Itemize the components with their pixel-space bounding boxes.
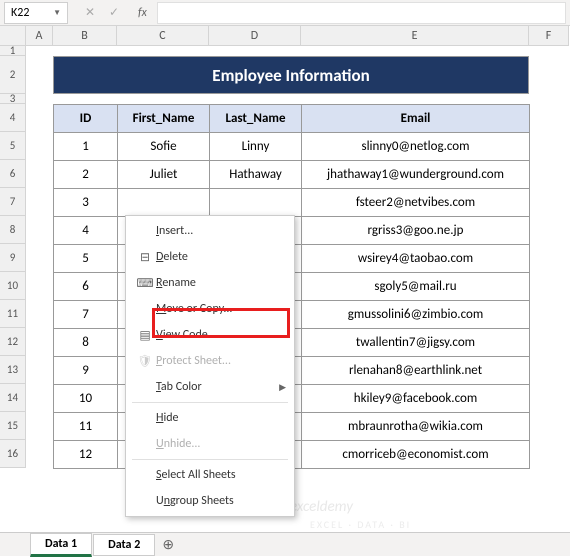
col-header[interactable]: E xyxy=(301,26,529,46)
th-email: Email xyxy=(302,105,530,133)
cell[interactable]: Juliet xyxy=(118,161,210,189)
col-header[interactable]: B xyxy=(53,26,117,46)
cell[interactable]: mbraunrotha@wikia.com xyxy=(302,413,530,441)
name-box[interactable]: K22 ▼ xyxy=(4,2,68,24)
title-cell: Employee Information xyxy=(53,56,529,94)
table-row[interactable]: 3 fsteer2@netvibes.com xyxy=(54,189,530,217)
row-header[interactable]: 15 xyxy=(0,412,26,440)
cell[interactable]: 4 xyxy=(54,217,118,245)
cell[interactable]: 6 xyxy=(54,273,118,301)
menu-hide[interactable]: Hide xyxy=(128,405,292,431)
menu-separator xyxy=(132,459,288,460)
cancel-icon: ✕ xyxy=(82,5,98,20)
row-header[interactable]: 7 xyxy=(0,188,26,216)
row-header[interactable]: 14 xyxy=(0,384,26,412)
chevron-down-icon[interactable]: ▼ xyxy=(53,8,61,18)
cell[interactable]: 7 xyxy=(54,301,118,329)
cell[interactable]: wsirey4@taobao.com xyxy=(302,245,530,273)
table-row[interactable]: 2JulietHathawayjhathaway1@wunderground.c… xyxy=(54,161,530,189)
rename-icon: ⌨ xyxy=(134,276,156,291)
cell[interactable]: rlenahan8@earthlink.net xyxy=(302,357,530,385)
cell[interactable]: Linny xyxy=(210,133,302,161)
cell[interactable]: 2 xyxy=(54,161,118,189)
tab-data2[interactable]: Data 2 xyxy=(93,534,155,556)
menu-tab-color[interactable]: Tab Color▶ xyxy=(128,374,292,400)
row-header[interactable]: 11 xyxy=(0,300,26,328)
cell[interactable]: rgriss3@goo.ne.jp xyxy=(302,217,530,245)
cell[interactable]: 9 xyxy=(54,357,118,385)
row-header[interactable]: 2 xyxy=(0,56,26,94)
row-header[interactable]: 13 xyxy=(0,356,26,384)
menu-move-copy[interactable]: Move or Copy... xyxy=(128,296,292,322)
row-header[interactable]: 4 xyxy=(0,104,26,132)
cell[interactable]: 12 xyxy=(54,441,118,469)
cell[interactable]: twallentin7@jigsy.com xyxy=(302,329,530,357)
col-header[interactable]: A xyxy=(26,26,53,46)
confirm-icon: ✓ xyxy=(106,5,122,20)
cell[interactable]: 5 xyxy=(54,245,118,273)
cell[interactable] xyxy=(210,189,302,217)
row-header[interactable]: 8 xyxy=(0,216,26,244)
cell[interactable]: sgoly5@mail.ru xyxy=(302,273,530,301)
th-last: Last_Name xyxy=(210,105,302,133)
cell[interactable]: Sofie xyxy=(118,133,210,161)
row-header[interactable]: 6 xyxy=(0,160,26,188)
menu-unhide: Unhide... xyxy=(128,431,292,457)
cell[interactable]: 1 xyxy=(54,133,118,161)
menu-ungroup[interactable]: Ungroup Sheets xyxy=(128,488,292,514)
row-header[interactable]: 16 xyxy=(0,440,26,468)
watermark: exceldemy xyxy=(290,498,353,516)
th-first: First_Name xyxy=(118,105,210,133)
add-sheet-button[interactable]: ⊕ xyxy=(156,536,180,553)
cell[interactable]: gmussolini6@zimbio.com xyxy=(302,301,530,329)
row-headers: 12345678910111213141516 xyxy=(0,46,26,468)
cell[interactable]: 11 xyxy=(54,413,118,441)
cell[interactable]: hkiley9@facebook.com xyxy=(302,385,530,413)
th-id: ID xyxy=(54,105,118,133)
row-header[interactable]: 12 xyxy=(0,328,26,356)
row-header[interactable]: 1 xyxy=(0,46,26,56)
formula-bar-row: K22 ▼ ✕ ✓ fx xyxy=(0,0,570,26)
cell[interactable]: slinny0@netlog.com xyxy=(302,133,530,161)
row-header[interactable]: 10 xyxy=(0,272,26,300)
cell[interactable]: 3 xyxy=(54,189,118,217)
chevron-right-icon: ▶ xyxy=(279,382,286,393)
cell[interactable]: 10 xyxy=(54,385,118,413)
lock-icon: 🛡 xyxy=(134,354,156,369)
row-header[interactable]: 9 xyxy=(0,244,26,272)
sheet-tabs: Data 1 Data 2 ⊕ xyxy=(0,532,570,556)
formula-input[interactable] xyxy=(157,2,566,24)
row-header[interactable]: 3 xyxy=(0,94,26,104)
sheet-context-menu: Insert... ⊟Delete ⌨Rename Move or Copy..… xyxy=(125,215,295,517)
menu-insert[interactable]: Insert... xyxy=(128,218,292,244)
watermark-sub: EXCEL · DATA · BI xyxy=(310,518,411,531)
delete-icon: ⊟ xyxy=(134,250,156,265)
row-header[interactable]: 5 xyxy=(0,132,26,160)
cell[interactable] xyxy=(118,189,210,217)
col-header[interactable]: F xyxy=(529,26,569,46)
formula-controls: ✕ ✓ fx xyxy=(72,5,157,20)
tab-data1[interactable]: Data 1 xyxy=(30,533,92,557)
code-icon: ▤ xyxy=(134,328,156,343)
select-all-corner[interactable] xyxy=(0,26,26,46)
cells-area[interactable]: Employee Information ID First_Name Last_… xyxy=(26,46,570,468)
table-row[interactable]: 1SofieLinnyslinny0@netlog.com xyxy=(54,133,530,161)
menu-protect: 🛡Protect Sheet... xyxy=(128,348,292,374)
cell[interactable]: fsteer2@netvibes.com xyxy=(302,189,530,217)
column-headers: A B C D E F xyxy=(0,26,570,46)
fx-icon[interactable]: fx xyxy=(138,6,147,20)
cell[interactable]: Hathaway xyxy=(210,161,302,189)
menu-view-code[interactable]: ▤View Code xyxy=(128,322,292,348)
col-header[interactable]: C xyxy=(117,26,209,46)
menu-rename[interactable]: ⌨Rename xyxy=(128,270,292,296)
cell[interactable]: jhathaway1@wunderground.com xyxy=(302,161,530,189)
menu-separator xyxy=(132,402,288,403)
menu-select-all[interactable]: Select All Sheets xyxy=(128,462,292,488)
cell[interactable]: cmorriceb@economist.com xyxy=(302,441,530,469)
cell[interactable]: 8 xyxy=(54,329,118,357)
col-header[interactable]: D xyxy=(209,26,301,46)
menu-delete[interactable]: ⊟Delete xyxy=(128,244,292,270)
name-box-value: K22 xyxy=(11,6,29,20)
